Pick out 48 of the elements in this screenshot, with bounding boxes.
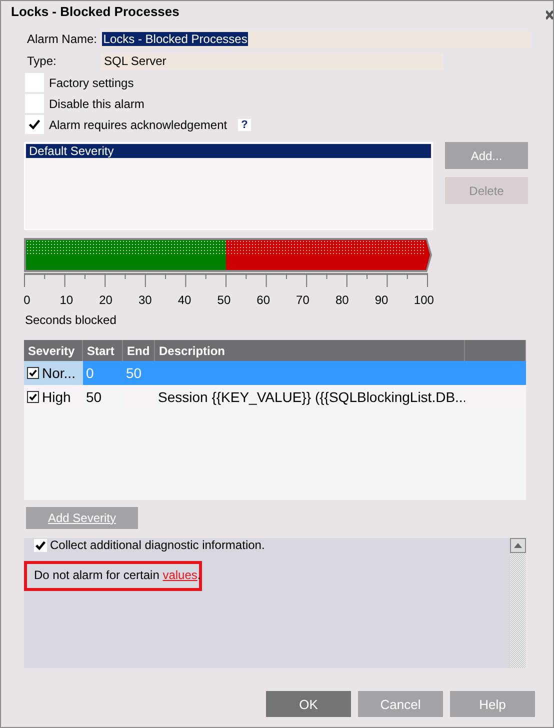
window-title: Locks - Blocked Processes	[11, 4, 180, 21]
close-icon[interactable]	[546, 10, 553, 20]
table-row[interactable]: Nor... 0 50	[24, 361, 526, 385]
axis-label: 40	[178, 293, 192, 307]
dialog-button[interactable]: OK	[266, 691, 351, 717]
severity-list[interactable]: Default Severity	[24, 142, 433, 230]
axis-label: 90	[374, 293, 389, 307]
name-field[interactable]: Locks - Blocked Processes	[100, 30, 530, 48]
axis-label: 60	[256, 293, 270, 307]
axis-label: 100	[414, 293, 432, 307]
table-cell-text: 50	[85, 388, 103, 407]
checkbox[interactable]	[25, 115, 44, 134]
axis-label: 20	[98, 293, 113, 307]
table-cell: High	[42, 389, 71, 405]
arrow-up-icon	[514, 543, 522, 548]
checkbox[interactable]	[34, 538, 47, 552]
checkbox-label: Collect additional diagnostic information.	[50, 538, 265, 552]
table-cell: Nor...	[42, 365, 76, 381]
checkbox-label: Disable this alarm	[49, 96, 144, 110]
table-cell-text: 50	[125, 364, 143, 383]
axis-label: 30	[138, 293, 152, 307]
checkbox[interactable]	[27, 391, 39, 403]
axis-label: 50	[216, 293, 231, 307]
field-label: Alarm Name:	[26, 32, 98, 46]
table-cell-text: 0	[85, 364, 95, 383]
checkbox-label: Factory settings	[49, 76, 134, 90]
help-button[interactable]: ?	[238, 118, 251, 130]
table-row[interactable]: High 50 Session {{KEY_VALUE}} ({{SQLBlockingList.DB...	[24, 385, 526, 409]
list-item[interactable]: Default Severity	[26, 144, 431, 158]
filter-note: Do not alarm for certain values.	[34, 568, 199, 582]
check-icon	[28, 392, 38, 402]
checkbox-label: Alarm requires acknowledgement	[49, 118, 228, 132]
checkbox[interactable]	[25, 94, 44, 113]
checkbox[interactable]	[25, 73, 44, 92]
check-icon	[28, 368, 38, 378]
scrollbar[interactable]	[510, 538, 526, 668]
field-label: Type:	[26, 54, 58, 68]
axis-label: 80	[335, 293, 350, 307]
values-link[interactable]: values	[162, 568, 198, 582]
axis-label: 70	[296, 293, 310, 307]
checkbox[interactable]	[27, 367, 39, 379]
scroll-up-button[interactable]	[510, 538, 526, 553]
check-icon	[27, 117, 42, 132]
type-field[interactable]: SQL Server	[101, 52, 443, 70]
table-cell-text: Session {{KEY_VALUE}} ({{SQLBlockingList.DB...	[157, 388, 465, 407]
axis-caption: Seconds blocked	[25, 313, 118, 327]
axis-label: 0	[22, 293, 32, 307]
axis-label: 10	[59, 293, 74, 307]
